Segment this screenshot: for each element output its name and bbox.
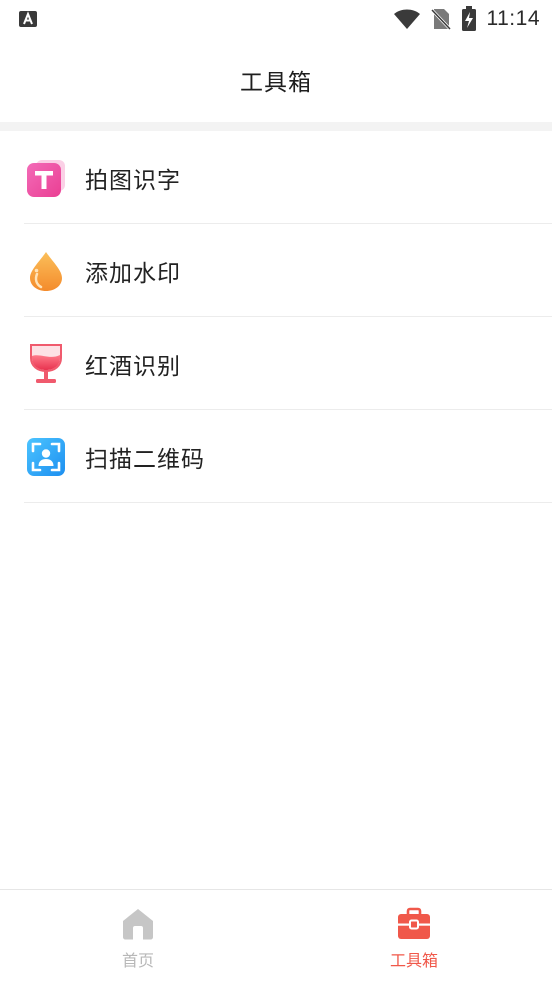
qr-scan-icon (27, 437, 65, 476)
tool-item-wine-recognition[interactable]: 红酒识别 (0, 317, 552, 410)
tool-label: 添加水印 (85, 260, 181, 287)
page-title: 工具箱 (240, 70, 312, 96)
tool-item-scan-qr[interactable]: 扫描二维码 (0, 410, 552, 503)
tool-label: 红酒识别 (85, 353, 181, 380)
no-sim-icon (430, 8, 451, 31)
text-recognition-icon (27, 159, 65, 197)
battery-charging-icon (461, 6, 476, 31)
tool-label: 拍图识字 (85, 167, 181, 194)
watermark-drop-icon (30, 251, 62, 291)
app-header: 工具箱 (0, 38, 552, 122)
status-bar: 11:14 (0, 0, 552, 38)
nav-item-home[interactable]: 首页 (0, 890, 276, 984)
wine-glass-icon (30, 343, 62, 383)
wifi-icon (393, 9, 420, 29)
tool-label: 扫描二维码 (85, 446, 205, 473)
nav-item-toolbox[interactable]: 工具箱 (276, 890, 552, 984)
status-icons: 11:14 (393, 6, 541, 32)
status-time: 11:14 (486, 7, 540, 30)
tool-list: 拍图识字 添加水印 红酒识别 扫描二维码 (0, 131, 552, 503)
notification-a-icon (19, 11, 37, 27)
tool-item-add-watermark[interactable]: 添加水印 (0, 224, 552, 317)
bottom-nav: 首页 工具箱 (0, 889, 552, 984)
nav-label-toolbox: 工具箱 (389, 951, 438, 970)
toolbox-icon (398, 907, 430, 939)
home-icon (123, 909, 153, 940)
tool-item-text-recognition[interactable]: 拍图识字 (0, 131, 552, 224)
nav-label-home: 首页 (121, 951, 154, 970)
header-divider (0, 122, 552, 131)
